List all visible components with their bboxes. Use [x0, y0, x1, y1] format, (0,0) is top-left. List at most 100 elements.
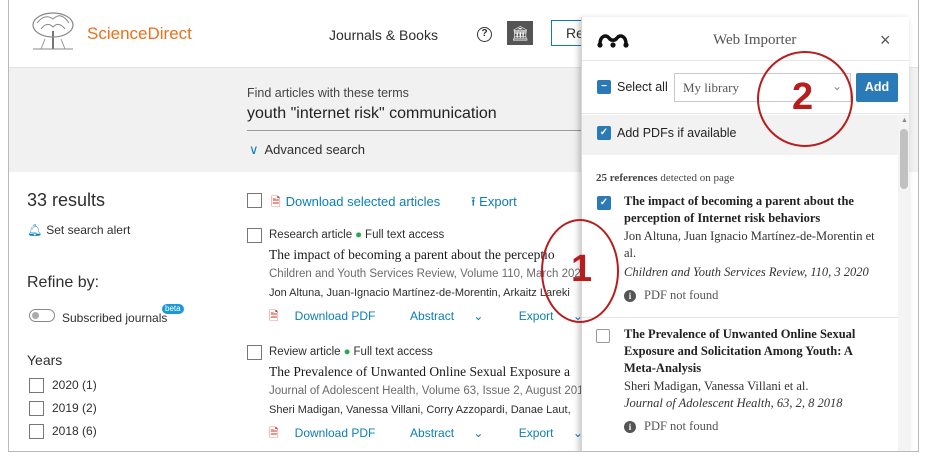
export-label: Export — [479, 194, 517, 209]
library-select-value: My library — [683, 80, 739, 95]
bell-icon: 🔔︎ — [27, 223, 43, 237]
info-icon: i — [624, 290, 636, 302]
access-dot-icon: ● — [355, 229, 363, 241]
help-icon[interactable]: ? — [477, 27, 492, 42]
abstract-toggle[interactable]: Abstract ⌄ — [410, 309, 499, 323]
references-count-suffix: detected on page — [657, 172, 735, 184]
export-button[interactable]: ⭱ Export — [471, 193, 517, 215]
browser-page: ScienceDirect Journals & Books ? 🏛 Re Fi… — [8, 0, 919, 452]
reference-title: The Prevalence of Unwanted Online Sexual… — [624, 327, 856, 375]
years-heading: Years — [27, 352, 63, 368]
abstract-label: Abstract — [410, 309, 455, 323]
advanced-search-link[interactable]: ∨ Advanced search — [249, 142, 365, 158]
brand-name[interactable]: ScienceDirect — [87, 24, 192, 44]
article-title-link[interactable]: The Prevalence of Unwanted Online Sexual… — [269, 364, 570, 380]
access-dot-icon: ● — [343, 346, 351, 358]
reference-journal: Children and Youth Services Review, 110,… — [624, 265, 869, 279]
reference-title: The impact of becoming a parent about th… — [624, 194, 854, 225]
year-checkbox[interactable] — [29, 424, 44, 440]
references-count: 25 references detected on page — [596, 172, 734, 184]
info-icon: i — [624, 421, 636, 433]
pdf-status-label: PDF not found — [644, 419, 719, 433]
select-all-results-checkbox[interactable] — [247, 193, 262, 208]
article-checkbox[interactable] — [247, 228, 262, 243]
select-all-checkbox[interactable]: − — [597, 80, 611, 94]
export-label: Export — [518, 426, 554, 440]
access-label: Full text access — [353, 346, 433, 358]
download-pdf-link[interactable]: 🗎 Download PDF — [269, 309, 391, 323]
year-label: 2020 (1) — [52, 378, 97, 392]
article-type-label: Review article — [269, 346, 341, 358]
abstract-label: Abstract — [410, 426, 455, 440]
divider — [582, 317, 898, 318]
search-alert-label: Set search alert — [46, 223, 131, 237]
add-pdfs-checkbox[interactable]: ✓ — [597, 126, 611, 140]
reference-authors: Jon Altuna, Juan Ignacio Martínez-de-Mor… — [624, 229, 875, 260]
article-source[interactable]: Children and Youth Services Review, Volu… — [269, 268, 587, 280]
beta-badge: beta — [162, 304, 184, 314]
importer-controls: − Select all My library ⌄ Add — [582, 62, 909, 114]
article-source[interactable]: Journal of Adolescent Health, Volume 63,… — [269, 385, 584, 397]
importer-title: Web Importer — [713, 32, 797, 48]
year-checkbox[interactable] — [29, 401, 44, 417]
article-checkbox[interactable] — [247, 345, 262, 360]
reference-pdf-status: i PDF not found — [624, 288, 718, 303]
set-search-alert[interactable]: 🔔︎ Set search alert — [27, 223, 130, 237]
elsevier-tree-logo[interactable] — [27, 9, 79, 53]
download-selected-label: Download selected articles — [285, 194, 441, 209]
article-authors: Jon Altuna, Juan-Ignacio Martínez-de-Mor… — [269, 287, 570, 299]
reference-pdf-status: i PDF not found — [624, 419, 718, 434]
pdf-icon: 🗎 — [269, 309, 279, 323]
scroll-thumb[interactable] — [900, 129, 908, 189]
reference-item[interactable]: ✓ The impact of becoming a parent about … — [582, 193, 898, 317]
year-filter-2019[interactable]: 2019 (2) — [29, 401, 97, 417]
references-count-number: 25 references — [596, 172, 658, 184]
article-type: Research article ● Full text access — [269, 229, 444, 241]
callout-number-2: 2 — [792, 76, 814, 118]
institution-icon[interactable]: 🏛 — [507, 21, 533, 45]
access-label: Full text access — [365, 229, 445, 241]
importer-scrollbar[interactable]: ▲ — [898, 115, 909, 451]
callout-number-1: 1 — [571, 248, 593, 290]
download-pdf-label: Download PDF — [294, 309, 376, 323]
year-label: 2019 (2) — [52, 401, 97, 415]
search-input-underline — [247, 130, 587, 131]
year-label: 2018 (6) — [52, 424, 97, 438]
pdf-status-label: PDF not found — [644, 288, 719, 302]
subscribed-toggle[interactable] — [29, 309, 55, 322]
export-label: Export — [518, 309, 554, 323]
add-pdfs-row: ✓ Add PDFs if available — [582, 115, 898, 155]
pdf-icon: 🗎 — [271, 195, 281, 209]
article-authors: Sheri Madigan, Vanessa Villani, Corry Az… — [269, 404, 571, 416]
web-importer-panel: Web Importer × − Select all My library ⌄ … — [581, 17, 909, 451]
pdf-icon: 🗎 — [269, 426, 279, 440]
reference-checkbox[interactable] — [596, 329, 610, 343]
add-pdfs-label[interactable]: Add PDFs if available — [617, 126, 737, 140]
search-input[interactable]: youth "internet risk" communication — [247, 105, 497, 123]
reference-item[interactable]: The Prevalence of Unwanted Online Sexual… — [582, 326, 898, 451]
download-selected-button[interactable]: 🗎 Download selected articles — [271, 193, 440, 214]
add-button[interactable]: Add — [856, 73, 898, 102]
importer-header: Web Importer × — [582, 17, 909, 61]
abstract-toggle[interactable]: Abstract ⌄ — [410, 426, 499, 440]
results-count: 33 results — [27, 190, 106, 210]
nav-journals-books[interactable]: Journals & Books — [329, 27, 438, 43]
chevron-down-icon: ⌄ — [473, 309, 484, 323]
year-filter-2018[interactable]: 2018 (6) — [29, 424, 97, 440]
year-checkbox[interactable] — [29, 378, 44, 394]
mendeley-logo — [597, 34, 629, 48]
scroll-up-icon[interactable]: ▲ — [901, 117, 908, 124]
search-label: Find articles with these terms — [247, 86, 409, 100]
reference-authors: Sheri Madigan, Vanessa Villani et al. — [624, 379, 809, 393]
download-pdf-link[interactable]: 🗎 Download PDF — [269, 426, 391, 440]
article-title-link[interactable]: The impact of becoming a parent about th… — [269, 247, 555, 263]
upload-icon: ⭱ — [471, 194, 480, 209]
chevron-down-icon: ∨ — [249, 142, 259, 157]
subscribed-journals-label: Subscribed journals — [62, 311, 168, 325]
close-icon[interactable]: × — [880, 30, 891, 51]
chevron-down-icon: ⌄ — [473, 426, 484, 440]
article-type: Review article ● Full text access — [269, 346, 433, 358]
year-filter-2020[interactable]: 2020 (1) — [29, 378, 97, 394]
select-all-label[interactable]: Select all — [617, 80, 668, 94]
reference-checkbox[interactable]: ✓ — [597, 196, 611, 210]
